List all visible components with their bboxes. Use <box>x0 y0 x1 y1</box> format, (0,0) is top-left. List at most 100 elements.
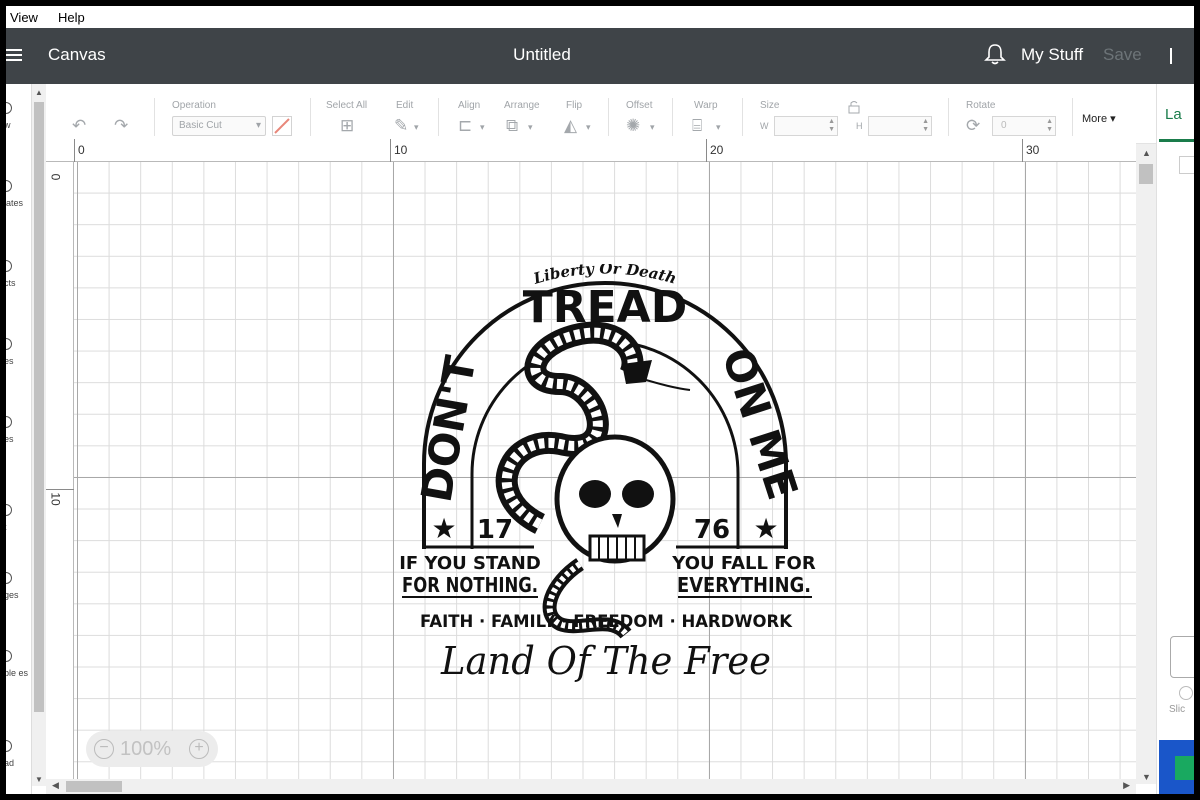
sidebar-item-projects[interactable]: cts <box>6 260 30 288</box>
height-input[interactable]: ▲ ▼ <box>868 116 932 136</box>
width-label: W <box>760 121 769 131</box>
toolbar-divider <box>154 98 155 136</box>
caret-down-icon: ▾ <box>1110 113 1116 125</box>
edit-pencil-icon[interactable]: ✎ <box>394 116 408 136</box>
scroll-up-icon[interactable]: ▲ <box>1142 148 1151 158</box>
sidebar-item-upload[interactable]: ad <box>6 740 30 768</box>
spinner-icon[interactable]: ▲ ▼ <box>922 118 929 134</box>
sidebar-scrollbar[interactable]: ▲ ▼ <box>32 84 46 786</box>
color-swatch[interactable] <box>272 116 292 136</box>
more-button[interactable]: More ▾ <box>1082 112 1116 125</box>
sidebar-item-phrases[interactable]: ges <box>6 572 30 600</box>
star-icon: ★ <box>431 513 456 544</box>
blank-canvas-swatch[interactable] <box>1170 636 1194 678</box>
app-window: View Help Canvas Untitled My Stuff Save … <box>6 6 1194 794</box>
zoom-out-icon[interactable]: − <box>94 739 114 759</box>
values-line: FAITH · FAMILY · FREEDOM · HARDWORK <box>420 612 793 632</box>
toolbar-divider <box>1072 98 1073 136</box>
menu-help[interactable]: Help <box>54 10 89 25</box>
width-input[interactable]: ▲ ▼ <box>774 116 838 136</box>
right-phrase-line2: EVERYTHING. <box>677 573 811 597</box>
group-icon[interactable] <box>1179 156 1194 174</box>
save-button[interactable]: Save <box>1103 45 1142 65</box>
operation-select[interactable]: Basic Cut ▾ <box>172 116 266 136</box>
zoom-level: 100% <box>120 738 172 760</box>
sidebar-images-icon <box>6 416 12 428</box>
left-ruler: 0 10 <box>46 162 74 779</box>
ruler-label: 0 <box>78 143 85 157</box>
undo-icon[interactable]: ↶ <box>72 116 86 136</box>
warp-icon[interactable]: ⌸ <box>692 116 702 136</box>
year-left: 17 <box>477 515 513 545</box>
select-all-label: Select All <box>326 100 368 111</box>
warp-label: Warp <box>694 100 718 111</box>
sidebar-item-editable-images[interactable]: ble es <box>6 650 30 678</box>
select-all-icon[interactable]: ⊞ <box>340 116 354 136</box>
bell-icon[interactable] <box>984 42 1006 66</box>
menu-view[interactable]: View <box>6 10 42 25</box>
rotate-icon[interactable]: ⟳ <box>966 116 980 136</box>
scroll-up-icon[interactable]: ▲ <box>35 88 43 97</box>
scroll-down-icon[interactable]: ▼ <box>35 775 43 784</box>
sidebar-scroll-thumb[interactable] <box>34 102 44 712</box>
edit-label: Edit <box>396 100 414 111</box>
sidebar-projects-icon <box>6 260 12 272</box>
sidebar-item-new[interactable]: w <box>6 102 30 130</box>
height-label: H <box>856 121 863 131</box>
toolbar-divider <box>310 98 311 136</box>
ruler-label: 10 <box>48 492 63 506</box>
menu-bar: View Help <box>6 6 1194 28</box>
layers-panel: La Slic <box>1156 84 1194 794</box>
sidebar-text-icon <box>6 504 12 516</box>
arc-left-text: DON'T <box>412 352 486 506</box>
rotate-input[interactable]: 0 ▲ ▼ <box>992 116 1056 136</box>
toolbar-divider <box>742 98 743 136</box>
spinner-icon[interactable]: ▲ ▼ <box>1046 118 1053 134</box>
slice-label: Slic <box>1169 704 1186 715</box>
scroll-down-icon[interactable]: ▼ <box>1142 772 1151 782</box>
ruler-label: 30 <box>1026 143 1040 157</box>
header-divider <box>1170 48 1172 64</box>
horizontal-scrollbar[interactable]: ◀ ▶ <box>46 779 1136 794</box>
zoom-in-icon[interactable]: + <box>189 739 209 759</box>
sidebar-item-images[interactable]: es <box>6 416 30 444</box>
tab-layers[interactable]: La <box>1165 106 1182 123</box>
slice-icon[interactable] <box>1179 686 1193 700</box>
sidebar-new-icon <box>6 102 12 114</box>
chevron-down-icon: ▾ <box>255 120 261 131</box>
right-phrase-line1: YOU FALL FOR <box>671 553 816 574</box>
spinner-icon[interactable]: ▲ ▼ <box>828 118 835 134</box>
arrange-label: Arrange <box>504 100 540 111</box>
arrange-icon[interactable]: ⧉ <box>506 116 518 136</box>
flip-icon[interactable]: ◭ <box>564 116 577 136</box>
vertical-scroll-thumb[interactable] <box>1139 164 1153 184</box>
align-icon[interactable]: ⊏ <box>458 116 472 136</box>
sidebar-item-text[interactable]: t <box>6 504 30 532</box>
left-phrase-line1: IF YOU STAND <box>399 553 541 574</box>
size-label: Size <box>760 100 780 111</box>
scroll-right-icon[interactable]: ▶ <box>1123 780 1130 791</box>
vertical-scrollbar[interactable]: ▲ ▼ <box>1136 144 1156 784</box>
sidebar-item-shapes[interactable]: es <box>6 338 30 366</box>
lock-icon[interactable] <box>848 100 860 114</box>
align-label: Align <box>458 100 481 111</box>
edit-toolbar: ↶ ↷ Operation Basic Cut ▾ Select All ⊞ Ed… <box>46 84 1156 144</box>
horizontal-scroll-thumb[interactable] <box>66 781 122 792</box>
ruler-label: 0 <box>48 173 63 181</box>
document-title[interactable]: Untitled <box>6 45 1078 65</box>
no-color-icon <box>274 118 290 134</box>
top-ruler: 0 10 20 30 <box>46 139 1136 162</box>
app-header: Canvas Untitled My Stuff Save <box>6 28 1194 84</box>
dont-tread-on-me-design[interactable]: Liberty Or Death DON'T TREAD ON ME ★ ★ 1… <box>390 264 820 694</box>
my-stuff-button[interactable]: My Stuff <box>1021 45 1083 65</box>
year-right: 76 <box>694 515 730 545</box>
flip-label: Flip <box>566 100 583 111</box>
sidebar-phrases-icon <box>6 572 12 584</box>
make-it-button[interactable] <box>1159 740 1194 794</box>
scroll-left-icon[interactable]: ◀ <box>52 780 59 791</box>
rotate-label: Rotate <box>966 100 996 111</box>
sidebar-shapes-icon <box>6 338 12 350</box>
redo-icon[interactable]: ↷ <box>114 116 128 136</box>
sidebar-item-templates[interactable]: lates <box>6 180 30 208</box>
offset-icon[interactable]: ✺ <box>626 116 640 136</box>
